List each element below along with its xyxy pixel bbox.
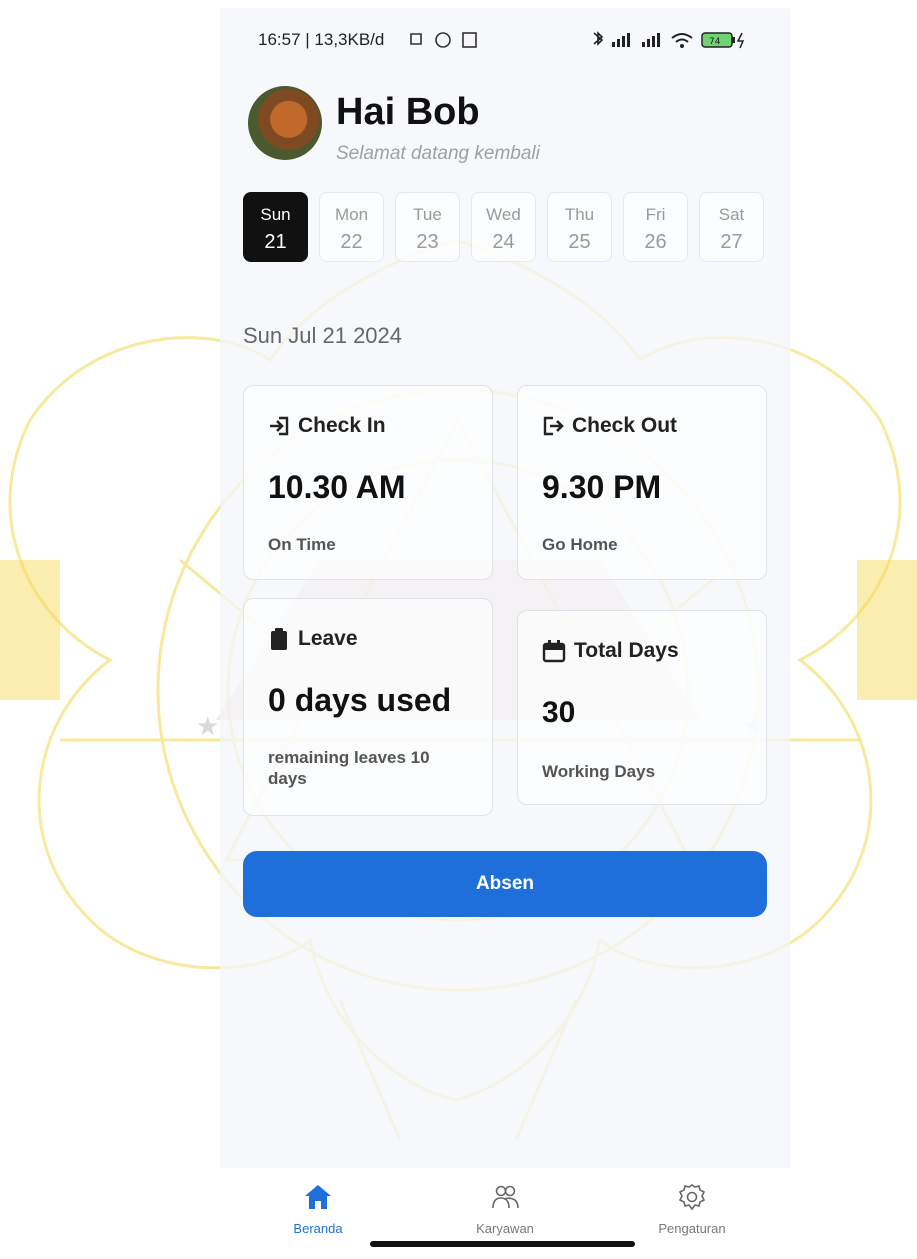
home-indicator-bar xyxy=(370,1241,635,1247)
phone-screen: 16:57 | 13,3KB/d 74 Hai Bob Selamat data… xyxy=(220,8,790,1251)
home-icon xyxy=(305,1185,331,1209)
day-date: 22 xyxy=(340,231,363,253)
day-date: 25 xyxy=(568,231,591,253)
check-in-time: 10.30 AM xyxy=(268,469,406,505)
day-date: 21 xyxy=(264,231,287,253)
users-icon xyxy=(492,1185,519,1209)
total-days-sub: Working Days xyxy=(542,762,656,781)
day-name: Sun xyxy=(260,205,291,224)
status-time: 16:57 | 13,3KB/d xyxy=(258,30,385,49)
day-name: Mon xyxy=(334,205,369,224)
check-out-status: Go Home xyxy=(542,535,618,554)
leave-remaining: remaining leaves 10 days xyxy=(268,748,430,788)
total-days-header: Total Days xyxy=(542,639,679,663)
day-wed[interactable]: Wed 24 xyxy=(471,192,536,262)
greeting-title: Hai Bob xyxy=(336,91,480,133)
day-sun[interactable]: Sun 21 xyxy=(243,192,308,262)
check-out-header: Check Out xyxy=(542,414,677,438)
login-icon xyxy=(270,416,289,436)
day-name: Fri xyxy=(645,205,666,224)
week-day-selector: Sun 21 Mon 22 Tue 23 Wed 24 Thu 25 Fri 26 Sat 2… xyxy=(243,192,764,262)
check-out-card[interactable]: Check Out 9.30 PM Go Home xyxy=(517,385,767,580)
day-date: 26 xyxy=(644,231,667,253)
total-days-title: Total Days xyxy=(574,639,679,662)
status-icons-left xyxy=(408,30,488,55)
absen-button[interactable]: Absen xyxy=(243,851,767,917)
check-in-title: Check In xyxy=(298,414,386,437)
svg-text:★: ★ xyxy=(196,712,219,742)
check-in-card[interactable]: Check In 10.30 AM On Time xyxy=(243,385,493,580)
leave-card[interactable]: Leave 0 days used remaining leaves 10 da… xyxy=(243,598,493,816)
nav-pengaturan[interactable]: Pengaturan xyxy=(632,1182,752,1236)
check-in-header: Check In xyxy=(268,414,386,438)
day-tue[interactable]: Tue 23 xyxy=(395,192,460,262)
battery-level: 74 xyxy=(709,37,721,47)
greeting-subtitle: Selamat datang kembali xyxy=(336,143,540,164)
day-mon[interactable]: Mon 22 xyxy=(319,192,384,262)
bottom-navigation: Beranda Karyawan Pengaturan xyxy=(220,1168,790,1251)
notification-icons xyxy=(410,32,477,48)
status-bar: 16:57 | 13,3KB/d 74 xyxy=(258,30,770,56)
leave-used: 0 days used xyxy=(268,682,452,718)
total-days-value: 30 xyxy=(542,696,576,729)
gear-icon xyxy=(678,1184,706,1211)
day-thu[interactable]: Thu 25 xyxy=(547,192,612,262)
day-date: 27 xyxy=(720,231,743,253)
total-days-card[interactable]: Total Days 30 Working Days xyxy=(517,610,767,805)
logout-icon xyxy=(543,416,564,436)
status-icons-right: 74 xyxy=(590,30,770,50)
nav-karyawan-label: Karyawan xyxy=(476,1221,534,1236)
check-out-title: Check Out xyxy=(572,414,678,437)
check-in-status: On Time xyxy=(268,535,336,554)
avatar[interactable] xyxy=(248,86,322,160)
day-name: Thu xyxy=(564,205,595,224)
clipboard-icon xyxy=(271,628,287,650)
nav-beranda-label: Beranda xyxy=(293,1221,343,1236)
nav-beranda[interactable]: Beranda xyxy=(258,1182,378,1236)
calendar-icon xyxy=(542,640,566,663)
leave-title: Leave xyxy=(298,627,358,650)
day-date: 24 xyxy=(492,231,515,253)
nav-pengaturan-label: Pengaturan xyxy=(658,1221,726,1236)
day-sat[interactable]: Sat 27 xyxy=(699,192,764,262)
check-out-time: 9.30 PM xyxy=(542,469,662,505)
day-name: Tue xyxy=(413,205,442,224)
selected-date: Sun Jul 21 2024 xyxy=(243,323,403,348)
leave-header: Leave xyxy=(268,627,358,651)
day-fri[interactable]: Fri 26 xyxy=(623,192,688,262)
nav-karyawan[interactable]: Karyawan xyxy=(445,1182,565,1236)
day-name: Wed xyxy=(486,205,521,224)
signal-wifi-battery-icons: 74 xyxy=(593,31,745,49)
day-date: 23 xyxy=(416,231,439,253)
day-name: Sat xyxy=(718,205,745,224)
